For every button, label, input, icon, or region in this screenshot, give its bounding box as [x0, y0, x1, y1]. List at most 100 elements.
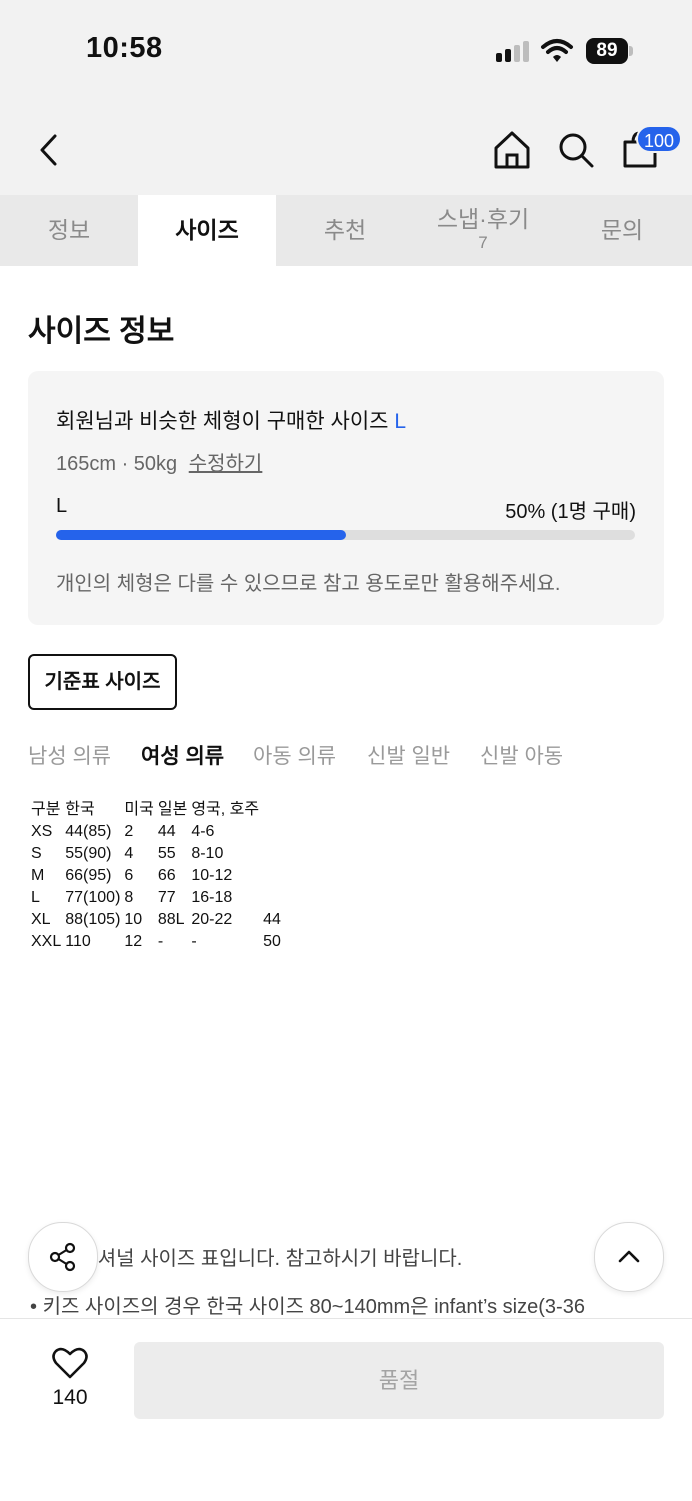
table-cell: 20-22	[191, 911, 233, 928]
table-cell: 66(95)	[65, 867, 112, 884]
table-cell: XS	[31, 823, 53, 840]
table-header-cell: 영국, 호주	[191, 801, 260, 818]
table-cell: S	[31, 845, 42, 862]
category-mens[interactable]: 남성 의류	[28, 740, 111, 770]
table-cell: 8	[124, 889, 134, 906]
table-row: XS 44(85) 2 44 4-6	[30, 822, 282, 842]
table-cell: 50	[263, 933, 281, 950]
note-item: • 키즈 사이즈의 경우 한국 사이즈 80~140mm은 infant’s s…	[30, 1296, 585, 1318]
table-cell: -	[191, 933, 197, 950]
table-cell: 10	[124, 911, 143, 928]
table-cell: 44	[263, 911, 281, 928]
progress-value: 50% (1명 구매)	[505, 501, 636, 523]
table-cell: XL	[31, 911, 51, 928]
table-cell: 16-18	[191, 889, 233, 906]
signal-icon	[496, 40, 532, 62]
like-count: 140	[52, 1386, 88, 1409]
table-cell: -	[157, 933, 164, 950]
table-cell: 77	[157, 889, 176, 906]
tab-inquiry[interactable]: 문의	[552, 195, 692, 266]
body-stats-text: 165cm · 50kg	[56, 453, 178, 475]
tab-bar: 정보 사이즈 추천 스냅·후기 7 문의	[0, 195, 692, 266]
chevron-up-icon	[618, 1250, 640, 1263]
similar-size-text: 회원님과 비슷한 체형이 구매한 사이즈 L	[56, 405, 406, 435]
table-cell: 55(90)	[65, 845, 112, 862]
table-cell: 110	[65, 933, 91, 950]
tab-label: 추천	[323, 217, 367, 243]
cart-badge: 100	[636, 125, 682, 153]
progress-track	[56, 530, 635, 540]
table-cell	[262, 844, 282, 864]
table-row: XL 88(105) 10 88L 20-22 44	[30, 910, 282, 930]
similar-size-label: 회원님과 비슷한 체형이 구매한 사이즈	[56, 410, 389, 433]
scroll-top-button[interactable]	[594, 1222, 664, 1292]
tab-info[interactable]: 정보	[0, 195, 138, 266]
similar-body-card: 회원님과 비슷한 체형이 구매한 사이즈 L 165cm · 50kg 수정하기…	[28, 371, 664, 625]
tab-snap-review[interactable]: 스냅·후기 7	[414, 195, 552, 266]
table-cell: 88(105)	[65, 911, 121, 928]
table-header-row: 구분 한국 미국 일본 영국, 호주	[30, 794, 282, 820]
table-header-cell: 구분	[31, 801, 61, 818]
table-row: L 77(100) 8 77 16-18	[30, 888, 282, 908]
table-cell: 4-6	[191, 823, 215, 840]
table-header-cell: 미국	[124, 801, 154, 818]
table-cell	[262, 866, 282, 886]
home-icon[interactable]	[490, 128, 534, 172]
category-kids[interactable]: 아동 의류	[253, 740, 336, 770]
note-text: 인터내셔널 사이즈 표입니다. 참고하시기 바랍니다.	[42, 1248, 463, 1270]
heart-icon[interactable]	[52, 1346, 88, 1380]
search-icon[interactable]	[554, 128, 598, 172]
body-stats: 165cm · 50kg 수정하기	[56, 447, 262, 476]
table-cell: 88L	[157, 911, 185, 928]
share-icon	[49, 1242, 76, 1272]
tab-label: 문의	[600, 217, 644, 243]
soldout-button: 품절	[134, 1342, 664, 1419]
similar-size-value: L	[394, 410, 406, 433]
table-cell: 66	[157, 867, 176, 884]
disclaimer-note: 개인의 체형은 다를 수 있으므로 참고 용도로만 활용해주세요.	[56, 573, 561, 595]
table-header-cell: 일본	[157, 801, 188, 818]
table-cell: M	[31, 867, 45, 884]
table-cell: 44(85)	[65, 823, 112, 840]
size-table-container[interactable]: 구분 한국 미국 일본 영국, 호주 XS 44(85) 2 44 4-6 S 55(90) 4 55 8-…	[28, 792, 692, 1212]
table-cell	[262, 822, 282, 842]
category-kids-shoes[interactable]: 신발 아동	[480, 740, 563, 770]
category-shoes[interactable]: 신발 일반	[367, 740, 450, 770]
table-cell: 44	[157, 823, 176, 840]
table-row: M 66(95) 6 66 10-12	[30, 866, 282, 886]
share-button[interactable]	[28, 1222, 98, 1292]
table-cell: 2	[124, 823, 134, 840]
table-cell: 77(100)	[65, 889, 121, 906]
table-row: S 55(90) 4 55 8-10	[30, 844, 282, 864]
status-time: 10:58	[86, 32, 163, 64]
progress-fill	[56, 530, 346, 540]
tab-label: 스냅·후기	[436, 206, 530, 232]
tab-label: 사이즈	[175, 217, 239, 243]
section-title: 사이즈 정보	[28, 315, 175, 348]
battery-tip	[629, 46, 633, 56]
table-cell: 10-12	[191, 867, 233, 884]
table-cell: 12	[124, 933, 143, 950]
table-cell: 6	[124, 867, 134, 884]
table-cell: XXL	[31, 933, 62, 950]
note-text: 키즈 사이즈의 경우 한국 사이즈 80~140mm은 infant’s siz…	[42, 1296, 585, 1318]
table-cell: 8-10	[191, 845, 224, 862]
tab-size[interactable]: 사이즈	[138, 195, 276, 266]
edit-link[interactable]: 수정하기	[189, 453, 263, 475]
table-header-cell: 한국	[65, 801, 95, 818]
standard-size-button[interactable]: 기준표 사이즈	[28, 654, 177, 710]
tab-recommend[interactable]: 추천	[276, 195, 414, 266]
category-womens[interactable]: 여성 의류	[141, 740, 224, 770]
table-cell: 55	[157, 845, 176, 862]
size-table: 구분 한국 미국 일본 영국, 호주 XS 44(85) 2 44 4-6 S 55(90) 4 55 8-…	[28, 792, 284, 954]
back-icon[interactable]	[28, 128, 72, 172]
tab-label: 정보	[47, 217, 91, 243]
table-cell: 4	[124, 845, 134, 862]
table-cell	[262, 888, 282, 908]
table-header-cell	[262, 794, 282, 820]
tab-count: 7	[478, 233, 488, 252]
progress-label: L	[56, 495, 68, 517]
table-cell: L	[31, 889, 40, 906]
wifi-icon	[540, 38, 574, 64]
battery-icon: 89	[586, 38, 628, 64]
